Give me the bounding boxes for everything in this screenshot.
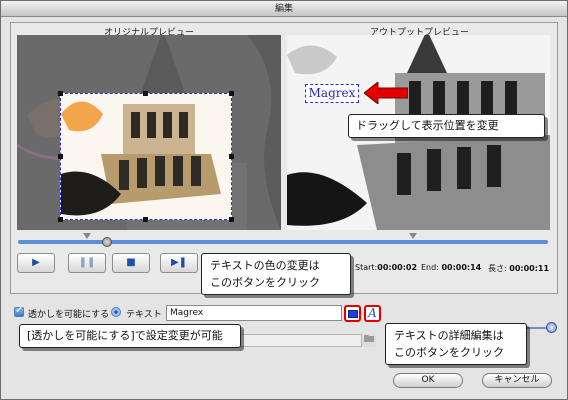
color-callout-line2: このボタンをクリック xyxy=(210,276,320,289)
duration-value: 00:00:11 xyxy=(509,264,550,273)
next-frame-button[interactable]: ▶❚ xyxy=(160,253,198,273)
crop-area[interactable] xyxy=(60,93,232,220)
end-time: End: 00:00:14 xyxy=(421,263,481,272)
browse-button[interactable] xyxy=(361,334,376,347)
start-time-value: 00:00:02 xyxy=(377,263,418,272)
text-color-button[interactable] xyxy=(344,305,361,322)
crop-handle[interactable] xyxy=(143,91,148,96)
end-marker[interactable] xyxy=(409,233,417,239)
text-radio[interactable] xyxy=(111,307,121,317)
cancel-button[interactable]: キャンセル xyxy=(482,373,552,388)
text-radio-label: テキスト xyxy=(126,310,162,320)
detail-callout-line2: このボタンをクリック xyxy=(394,346,504,359)
transparency-slider-knob[interactable] xyxy=(546,322,557,333)
crop-handle[interactable] xyxy=(58,217,63,222)
enable-callout: [透かしを可能にする]で設定変更が可能 xyxy=(19,324,241,348)
crop-handle[interactable] xyxy=(58,154,63,159)
crop-handle[interactable] xyxy=(58,91,63,96)
crop-area-image xyxy=(61,94,231,219)
play-icon: ▶ xyxy=(32,257,40,268)
folder-icon xyxy=(364,335,374,342)
duration: 長さ: 00:00:11 xyxy=(488,263,549,274)
ok-button[interactable]: OK xyxy=(393,373,463,388)
play-button[interactable]: ▶ xyxy=(17,253,55,273)
duration-label: 長さ: xyxy=(488,264,507,273)
timeline-track[interactable] xyxy=(18,240,548,244)
color-callout-line1: テキストの色の変更は xyxy=(210,259,320,272)
color-swatch-icon xyxy=(348,310,358,318)
watermark-text-input[interactable] xyxy=(166,305,342,321)
text-edit-icon: A xyxy=(368,306,377,320)
stop-button[interactable]: ■ xyxy=(112,253,150,273)
start-marker[interactable] xyxy=(83,233,91,239)
crop-handle[interactable] xyxy=(229,217,234,222)
detail-callout: テキストの詳細編集は このボタンをクリック xyxy=(385,323,527,365)
color-callout: テキストの色の変更は このボタンをクリック xyxy=(201,253,351,295)
enable-watermark-checkbox[interactable] xyxy=(14,305,24,317)
end-time-value: 00:00:14 xyxy=(441,263,482,272)
crop-handle[interactable] xyxy=(229,91,234,96)
pause-button[interactable]: ❚❚ xyxy=(68,253,106,273)
start-time: Start:00:00:02 xyxy=(355,263,417,272)
drag-callout: ドラッグして表示位置を変更 xyxy=(348,114,545,138)
watermark-text-box[interactable]: Magrex xyxy=(305,84,359,103)
text-detail-edit-button[interactable]: A xyxy=(364,305,381,322)
stop-icon: ■ xyxy=(126,257,136,268)
pause-icon: ❚❚ xyxy=(78,257,96,268)
enable-watermark-label: 透かしを可能にする xyxy=(28,310,110,320)
playhead-knob[interactable] xyxy=(102,237,112,247)
start-time-label: Start: xyxy=(355,263,378,272)
crop-handle[interactable] xyxy=(143,217,148,222)
red-arrow-icon xyxy=(364,82,408,104)
detail-callout-line1: テキストの詳細編集は xyxy=(394,329,504,342)
end-time-label: End: xyxy=(421,263,439,272)
crop-handle[interactable] xyxy=(229,154,234,159)
window-title: 編集 xyxy=(1,1,567,17)
next-frame-icon: ▶❚ xyxy=(170,257,188,268)
